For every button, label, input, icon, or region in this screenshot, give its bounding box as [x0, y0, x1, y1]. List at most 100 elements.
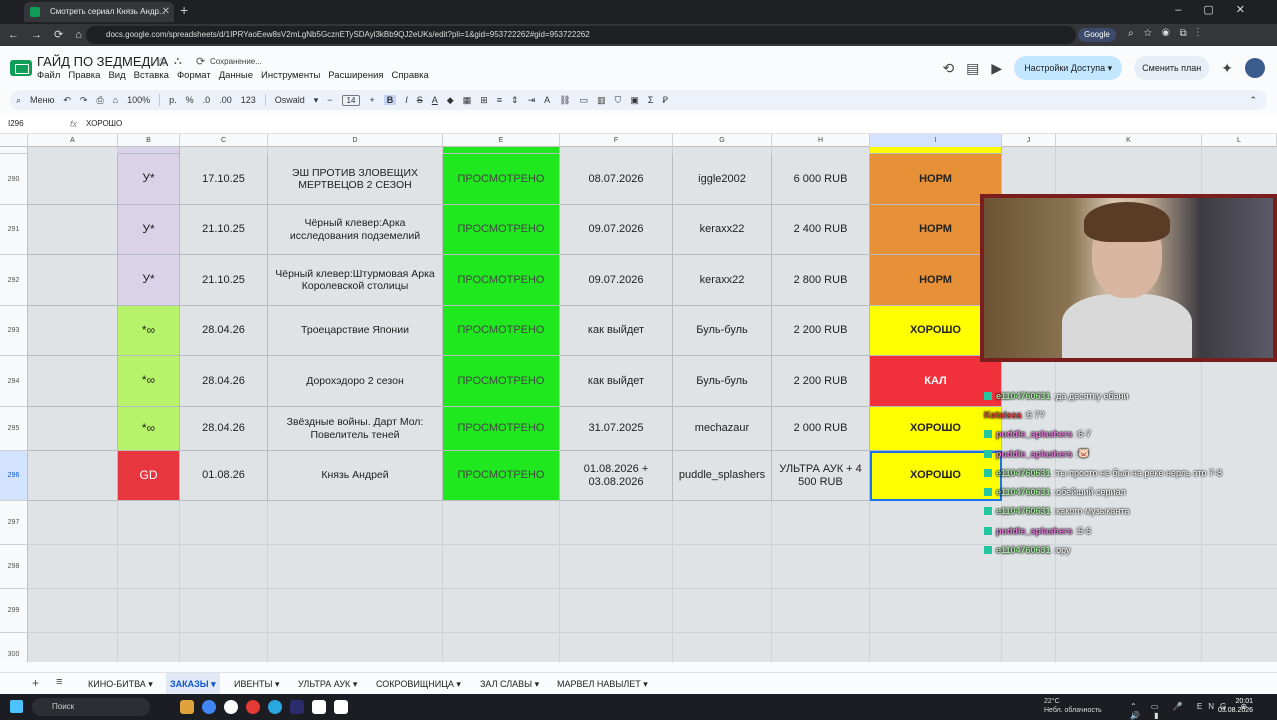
text-wrap-icon[interactable]: ⇥	[528, 95, 536, 106]
row-header[interactable]: 295	[0, 407, 28, 451]
weather-widget[interactable]: 22°C Небл. облачность	[1044, 697, 1102, 715]
cell-rating[interactable]: ХОРОШО	[870, 407, 1002, 451]
clock[interactable]: 20:01 03.08.2026	[1218, 697, 1253, 715]
italic-icon[interactable]: I	[405, 95, 408, 105]
cell-date[interactable]: 17.10.25	[180, 154, 268, 205]
functions-icon[interactable]: Σ	[648, 95, 654, 105]
file-explorer-icon[interactable]	[180, 700, 194, 714]
menu-format[interactable]: Формат	[177, 70, 211, 81]
table-cell[interactable]	[443, 147, 560, 154]
menu-data[interactable]: Данные	[219, 70, 253, 81]
gemini-icon[interactable]: ✦	[1221, 60, 1233, 77]
bold-icon[interactable]: B	[383, 95, 397, 105]
comment-icon[interactable]: ▭	[580, 95, 589, 106]
table-cell[interactable]	[118, 147, 180, 154]
chevron-down-icon[interactable]: ▾	[314, 95, 319, 106]
cell-b[interactable]: *∞	[118, 306, 180, 356]
browser-tab[interactable]: Смотреть сериал Князь Андр... ✕	[24, 2, 174, 22]
cell-title[interactable]: Князь Андрей	[268, 451, 443, 501]
cell-title[interactable]: Дорохэдоро 2 сезон	[268, 356, 443, 407]
move-icon[interactable]: ⛬	[174, 55, 182, 68]
system-tray[interactable]: ⌃ ▭ 🎤 ENG ⊕ 🔊 ▮	[1130, 702, 1277, 720]
cell-status[interactable]: ПРОСМОТРЕНО	[443, 451, 560, 501]
table-cell[interactable]	[28, 356, 118, 407]
column-header[interactable]: A	[28, 134, 118, 147]
steam-icon[interactable]	[224, 700, 238, 714]
table-cell[interactable]	[28, 205, 118, 255]
cell-watch[interactable]: как выйдет	[560, 356, 673, 407]
history-icon[interactable]: ⟲	[942, 60, 954, 77]
menu-tools[interactable]: Инструменты	[261, 70, 320, 81]
table-cell[interactable]	[28, 154, 118, 205]
star-icon[interactable]: ☆	[156, 55, 167, 69]
align-vertical-icon[interactable]: ⇕	[511, 95, 519, 106]
paint-format-icon[interactable]: ⌂	[113, 95, 118, 105]
cell-title[interactable]: Звёздные войны. Дарт Мол: Повелитель тен…	[268, 407, 443, 451]
sheet-tab-zal-slavy[interactable]: ЗАЛ СЛАВЫ ▾	[476, 673, 543, 695]
meet-icon[interactable]: ▶	[991, 60, 1002, 77]
decrease-decimal-button[interactable]: .0	[203, 95, 211, 105]
cell-b[interactable]: *∞	[118, 356, 180, 407]
cell-user[interactable]: iggle2002	[673, 154, 772, 205]
cell-user[interactable]: keraxx22	[673, 255, 772, 306]
row-header[interactable]: 298	[0, 545, 28, 589]
row-header[interactable]: 292	[0, 255, 28, 306]
search-icon[interactable]: ⌕	[16, 95, 21, 106]
cell-price[interactable]: 2 800 RUB	[772, 255, 870, 306]
font-select[interactable]: Oswald	[275, 95, 305, 105]
sheet-tab-kino-bitva[interactable]: КИНО-БИТВА ▾	[84, 673, 157, 695]
merge-cells-icon[interactable]: ⊞	[480, 95, 488, 106]
column-header[interactable]: H	[772, 134, 870, 147]
cell-user[interactable]: keraxx22	[673, 205, 772, 255]
cell-price[interactable]: 2 000 RUB	[772, 407, 870, 451]
comments-icon[interactable]: ▤	[966, 60, 979, 77]
menu-search-label[interactable]: Меню	[30, 95, 54, 105]
windows-start-icon[interactable]	[10, 700, 23, 713]
cell-date[interactable]: 28.04.26	[180, 306, 268, 356]
formula-input[interactable]: ХОРОШО	[86, 119, 122, 128]
cell-user[interactable]: mechazaur	[673, 407, 772, 451]
zoom-select[interactable]: 100%	[127, 95, 150, 105]
table-cell[interactable]	[28, 255, 118, 306]
align-horizontal-icon[interactable]: ≡	[497, 95, 502, 105]
cell-date[interactable]: 21.10.25	[180, 255, 268, 306]
cell-rating[interactable]: КАЛ	[870, 356, 1002, 407]
row-header[interactable]: 296	[0, 451, 28, 501]
undo-icon[interactable]: ↶	[63, 95, 71, 106]
fill-color-icon[interactable]: ◆	[447, 95, 454, 106]
row-header[interactable]: 290	[0, 154, 28, 205]
sheet-tab-zakazy[interactable]: ЗАКАЗЫ ▾	[166, 673, 220, 695]
cell-user[interactable]: Буль-буль	[673, 356, 772, 407]
row-header[interactable]: 293	[0, 306, 28, 356]
column-header[interactable]: J	[1002, 134, 1056, 147]
cell-title[interactable]: Чёрный клевер:Арка исследования подземел…	[268, 205, 443, 255]
cell-status[interactable]: ПРОСМОТРЕНО	[443, 205, 560, 255]
increase-decimal-button[interactable]: .00	[219, 95, 232, 105]
cell-rating[interactable]: ХОРОШО	[870, 451, 1002, 501]
column-header[interactable]: E	[443, 134, 560, 147]
extension-icons[interactable]: ⌕☆◉⧉⋮	[1128, 28, 1209, 39]
share-button[interactable]: Настройки Доступа ▾	[1014, 56, 1123, 80]
filter-views-icon[interactable]: ▣	[630, 95, 639, 106]
chart-icon[interactable]: ▥	[597, 95, 606, 106]
url-input[interactable]: docs.google.com/spreadsheets/d/1IPRYaoEe…	[86, 26, 1076, 44]
sheet-tab-iventy[interactable]: ИВЕНТЫ ▾	[230, 673, 283, 695]
print-icon[interactable]: ⎙	[96, 95, 103, 106]
link-icon[interactable]: ⛓	[559, 95, 570, 106]
column-header[interactable]: K	[1056, 134, 1202, 147]
avatar[interactable]	[1245, 58, 1265, 78]
cell-b[interactable]: У*	[118, 255, 180, 306]
menu-extensions[interactable]: Расширения	[328, 70, 383, 81]
cell-user[interactable]: Буль-буль	[673, 306, 772, 356]
document-title[interactable]: ГАЙД ПО ЗЕДМЕДИА	[37, 54, 168, 69]
row-header[interactable]: 299	[0, 589, 28, 633]
cell-b[interactable]: GD	[118, 451, 180, 501]
cell-price[interactable]: 2 200 RUB	[772, 306, 870, 356]
borders-icon[interactable]: ▦	[463, 95, 472, 106]
row-header[interactable]: 294	[0, 356, 28, 407]
column-header[interactable]: B	[118, 134, 180, 147]
text-rotate-icon[interactable]: A	[544, 95, 550, 105]
cell-watch[interactable]: 31.07.2025	[560, 407, 673, 451]
column-header[interactable]: L	[1202, 134, 1277, 147]
chrome-icon[interactable]	[202, 700, 216, 714]
